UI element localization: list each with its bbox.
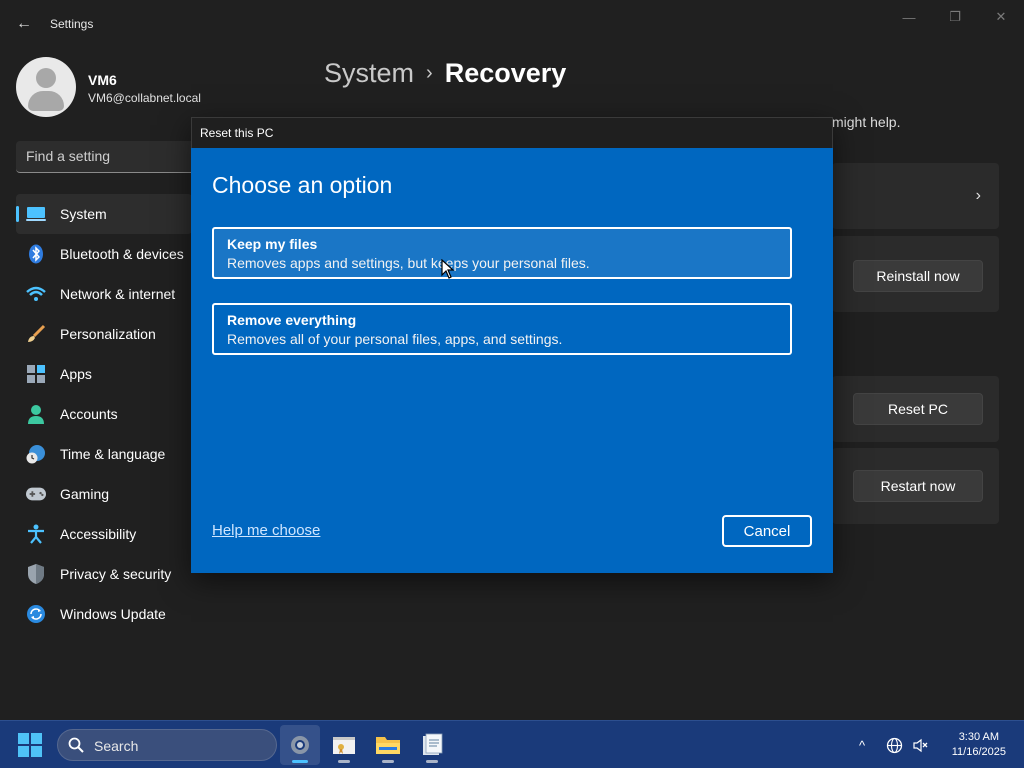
bluetooth-icon <box>26 244 46 264</box>
option-description: Removes all of your personal files, apps… <box>227 331 563 347</box>
taskbar: Search ^ 3:30 AM 11/16/2025 <box>0 720 1024 768</box>
help-me-choose-link[interactable]: Help me choose <box>212 522 320 539</box>
taskbar-search-box[interactable]: Search <box>57 729 277 761</box>
breadcrumb-separator: › <box>426 62 433 84</box>
dialog-title: Reset this PC <box>200 126 274 140</box>
sidebar-item-label: Windows Update <box>60 606 166 622</box>
sidebar-item-label: Time & language <box>60 446 166 462</box>
option-title: Remove everything <box>227 312 357 328</box>
start-button[interactable] <box>18 733 42 757</box>
sidebar-item-label: Accessibility <box>60 526 137 542</box>
sidebar-item-label: Network & internet <box>60 286 176 302</box>
breadcrumb-parent[interactable]: System <box>324 58 414 88</box>
avatar-head <box>36 68 56 88</box>
find-setting-input[interactable] <box>26 148 196 164</box>
system-clock[interactable]: 3:30 AM 11/16/2025 <box>952 730 1006 760</box>
mouse-cursor-icon <box>441 259 455 279</box>
sidebar-item-network[interactable]: Network & internet <box>16 274 192 314</box>
back-arrow-icon[interactable]: ← <box>10 10 38 38</box>
shield-icon <box>26 564 46 584</box>
taskbar-settings-app[interactable] <box>280 725 320 765</box>
notepad-app-icon <box>423 733 443 755</box>
dialog-body: Choose an option Keep my files Removes a… <box>191 148 833 573</box>
sidebar-item-label: System <box>60 206 107 222</box>
sidebar-item-system[interactable]: System <box>16 194 192 234</box>
sidebar-item-label: Privacy & security <box>60 566 172 582</box>
sidebar-item-time-language[interactable]: Time & language <box>16 434 192 474</box>
find-setting-box[interactable] <box>16 141 206 173</box>
cancel-button[interactable]: Cancel <box>722 515 812 547</box>
page-description-tail: might help. <box>832 114 901 130</box>
tray-overflow-chevron[interactable]: ^ <box>852 735 872 755</box>
certificate-app-icon <box>333 737 355 754</box>
settings-icon <box>291 736 309 754</box>
sidebar-item-label: Accounts <box>60 406 118 422</box>
reset-pc-button[interactable]: Reset PC <box>853 393 983 425</box>
sidebar-item-label: Apps <box>60 366 92 382</box>
avatar-body <box>28 91 64 111</box>
page-title: Recovery <box>444 58 567 88</box>
clock-date: 11/16/2025 <box>951 746 1006 758</box>
sidebar-item-windows-update[interactable]: Windows Update <box>16 594 192 634</box>
app-title: Settings <box>50 17 94 31</box>
gamepad-icon <box>26 484 46 504</box>
laptop-icon <box>26 204 46 224</box>
network-globe-icon[interactable] <box>884 735 904 755</box>
file-explorer-icon <box>376 737 400 754</box>
minimize-button[interactable]: — <box>886 6 932 28</box>
taskbar-file-explorer-app[interactable] <box>368 725 408 765</box>
sidebar-item-apps[interactable]: Apps <box>16 354 192 394</box>
taskbar-notepad-app[interactable] <box>412 725 452 765</box>
volume-muted-icon[interactable] <box>910 735 930 755</box>
dialog-heading: Choose an option <box>212 172 393 198</box>
title-bar: ← Settings — ❐ ✕ <box>0 0 1024 48</box>
sidebar-item-bluetooth[interactable]: Bluetooth & devices <box>16 234 192 274</box>
sidebar-item-privacy[interactable]: Privacy & security <box>16 554 192 594</box>
user-name: VM6 <box>88 72 117 88</box>
sidebar-item-accounts[interactable]: Accounts <box>16 394 192 434</box>
sidebar-item-accessibility[interactable]: Accessibility <box>16 514 192 554</box>
restart-now-button[interactable]: Restart now <box>853 470 983 502</box>
close-button[interactable]: ✕ <box>978 6 1024 28</box>
avatar[interactable] <box>16 57 76 117</box>
update-icon <box>26 604 46 624</box>
apps-icon <box>26 364 46 384</box>
option-title: Keep my files <box>227 236 318 252</box>
sidebar-item-label: Bluetooth & devices <box>60 246 184 262</box>
user-email: VM6@collabnet.local <box>88 91 201 105</box>
sidebar-item-personalization[interactable]: Personalization <box>16 314 192 354</box>
breadcrumb: System › Recovery <box>324 58 566 89</box>
keep-my-files-option[interactable]: Keep my files Removes apps and settings,… <box>212 227 792 279</box>
reinstall-now-button[interactable]: Reinstall now <box>853 260 983 292</box>
reset-pc-dialog: Reset this PC Choose an option Keep my f… <box>191 117 833 573</box>
option-description: Removes apps and settings, but keeps you… <box>227 255 590 271</box>
taskbar-certificate-app[interactable] <box>324 725 364 765</box>
recovery-card-troubleshoot[interactable]: › <box>832 163 999 229</box>
wifi-icon <box>26 284 46 304</box>
maximize-button[interactable]: ❐ <box>932 6 978 28</box>
recovery-card-reinstall: Reinstall now <box>832 236 999 312</box>
remove-everything-option[interactable]: Remove everything Removes all of your pe… <box>212 303 792 355</box>
globe-clock-icon <box>26 444 46 464</box>
clock-time: 3:30 AM <box>958 731 1000 743</box>
sidebar-item-label: Gaming <box>60 486 110 502</box>
sidebar-item-label: Personalization <box>60 326 156 342</box>
sidebar-item-gaming[interactable]: Gaming <box>16 474 192 514</box>
brush-icon <box>26 324 46 344</box>
accessibility-icon <box>26 524 46 544</box>
recovery-card-reset: Reset PC <box>832 376 999 442</box>
chevron-right-icon: › <box>975 187 981 204</box>
person-icon <box>26 404 46 424</box>
taskbar-search-label: Search <box>94 738 139 754</box>
sidebar-nav: System Bluetooth & devices Network & int… <box>16 194 192 634</box>
search-icon <box>68 737 84 753</box>
recovery-card-advanced-startup: Restart now <box>832 448 999 524</box>
dialog-title-bar: Reset this PC <box>191 117 833 148</box>
